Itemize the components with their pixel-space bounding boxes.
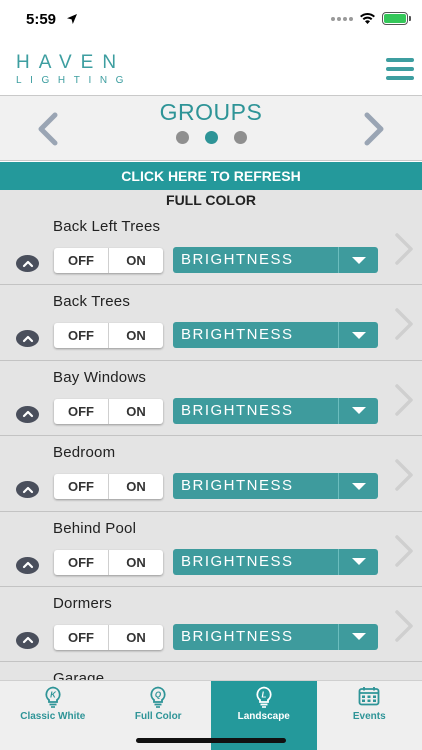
on-off-toggle: OFF ON xyxy=(54,474,163,500)
caret-down-icon xyxy=(338,322,378,349)
next-arrow-icon[interactable] xyxy=(359,112,389,146)
caret-down-icon xyxy=(338,548,378,575)
brightness-label: BRIGHTNESS xyxy=(181,401,294,419)
bulb-k-icon: K xyxy=(0,686,106,708)
brightness-dropdown[interactable]: BRIGHTNESS xyxy=(173,322,378,349)
chevron-right-icon[interactable] xyxy=(392,534,416,568)
chevron-right-icon[interactable] xyxy=(392,609,416,643)
expand-chevron-up-icon[interactable] xyxy=(16,631,39,649)
tab-classic-white[interactable]: K Classic White xyxy=(0,681,106,750)
on-off-toggle: OFF ON xyxy=(54,624,163,650)
brightness-dropdown[interactable]: BRIGHTNESS xyxy=(173,623,378,650)
expand-chevron-up-icon[interactable] xyxy=(16,481,39,499)
caret-down-icon xyxy=(338,623,378,650)
groups-navigator: GROUPS xyxy=(0,95,422,161)
location-arrow-icon xyxy=(67,14,77,24)
groups-list: FULL COLOR Back Left Trees OFF ON BRIGHT… xyxy=(0,190,422,680)
on-button[interactable]: ON xyxy=(109,248,163,273)
status-bar: 5:59 xyxy=(0,0,422,40)
on-button[interactable]: ON xyxy=(109,550,163,575)
page-dot-active[interactable] xyxy=(204,131,218,144)
chevron-right-icon[interactable] xyxy=(392,383,416,417)
group-name: Behind Pool xyxy=(53,519,137,537)
on-off-toggle: OFF ON xyxy=(54,248,163,273)
on-off-toggle: OFF ON xyxy=(54,398,163,424)
off-button[interactable]: OFF xyxy=(54,474,109,500)
app-header: HAVEN LIGHTING xyxy=(0,40,422,95)
expand-chevron-up-icon[interactable] xyxy=(16,255,39,272)
svg-text:K: K xyxy=(50,691,57,700)
on-button[interactable]: ON xyxy=(109,399,163,424)
group-row[interactable]: Back Trees OFF ON BRIGHTNESS xyxy=(0,285,422,361)
page-dot[interactable] xyxy=(175,131,189,144)
group-row[interactable]: Bedroom OFF ON BRIGHTNESS xyxy=(0,436,422,512)
off-button[interactable]: OFF xyxy=(54,624,109,650)
group-name: Dormers xyxy=(53,594,112,612)
chevron-right-icon[interactable] xyxy=(392,307,416,341)
tab-label: Classic White xyxy=(20,711,86,722)
group-name: Back Trees xyxy=(53,293,131,311)
tab-label: Landscape xyxy=(237,711,290,722)
chevron-right-icon[interactable] xyxy=(392,232,416,266)
brightness-label: BRIGHTNESS xyxy=(181,477,294,495)
expand-chevron-up-icon[interactable] xyxy=(16,330,39,348)
brightness-label: BRIGHTNESS xyxy=(181,251,294,268)
brightness-label: BRIGHTNESS xyxy=(181,552,294,570)
group-row[interactable]: Garage OFF ON BRIGHTNESS xyxy=(0,662,422,680)
signal-dots-icon xyxy=(331,16,353,21)
hamburger-menu-icon[interactable] xyxy=(386,58,414,80)
svg-text:Q: Q xyxy=(155,691,162,700)
group-name: Back Left Trees xyxy=(53,218,161,235)
brightness-dropdown[interactable]: BRIGHTNESS xyxy=(173,473,378,500)
on-button[interactable]: ON xyxy=(109,323,163,348)
tab-label: Events xyxy=(352,711,386,722)
group-row[interactable]: Behind Pool OFF ON BRIGHTNESS xyxy=(0,511,422,587)
logo-main-text: HAVEN xyxy=(16,52,126,73)
group-row[interactable]: Bay Windows OFF ON BRIGHTNESS xyxy=(0,360,422,437)
status-indicators xyxy=(331,12,411,25)
off-button[interactable]: OFF xyxy=(54,398,109,424)
brightness-dropdown[interactable]: BRIGHTNESS xyxy=(173,247,378,273)
brightness-dropdown[interactable]: BRIGHTNESS xyxy=(173,548,378,575)
on-off-toggle: OFF ON xyxy=(54,549,163,575)
group-name: Bay Windows xyxy=(53,368,147,386)
group-row[interactable]: Back Left Trees OFF ON BRIGHTNESS xyxy=(0,210,422,286)
chevron-right-icon[interactable] xyxy=(392,458,416,492)
refresh-button[interactable]: CLICK HERE TO REFRESH xyxy=(0,162,422,190)
off-button[interactable]: OFF xyxy=(54,549,109,575)
brightness-label: BRIGHTNESS xyxy=(181,326,294,344)
svg-text:L: L xyxy=(261,691,266,700)
group-name: Garage xyxy=(53,670,105,680)
off-button[interactable]: OFF xyxy=(54,248,109,273)
bulb-q-icon: Q xyxy=(106,686,212,708)
logo-sub-text: LIGHTING xyxy=(16,75,133,86)
brightness-label: BRIGHTNESS xyxy=(181,627,294,645)
battery-icon xyxy=(382,12,411,25)
on-button[interactable]: ON xyxy=(109,474,163,499)
tab-events[interactable]: Events xyxy=(317,681,422,750)
group-row[interactable]: Dormers OFF ON BRIGHTNESS xyxy=(0,586,422,663)
status-time: 5:59 xyxy=(26,11,57,28)
expand-chevron-up-icon[interactable] xyxy=(16,405,39,423)
expand-chevron-up-icon[interactable] xyxy=(16,556,39,574)
tab-label: Full Color xyxy=(134,711,182,722)
bulb-l-icon: L xyxy=(211,686,317,708)
brightness-dropdown[interactable]: BRIGHTNESS xyxy=(173,397,378,424)
group-name: Bedroom xyxy=(53,444,116,462)
on-off-toggle: OFF ON xyxy=(54,323,163,349)
off-button[interactable]: OFF xyxy=(54,323,109,349)
caret-down-icon xyxy=(338,247,378,273)
on-button[interactable]: ON xyxy=(109,625,163,650)
caret-down-icon xyxy=(338,397,378,424)
haven-lighting-logo: HAVEN LIGHTING xyxy=(16,52,132,86)
calendar-icon xyxy=(317,686,422,708)
page-dot[interactable] xyxy=(233,131,247,144)
section-title: FULL COLOR xyxy=(166,192,256,208)
home-indicator xyxy=(136,738,286,743)
caret-down-icon xyxy=(338,473,378,500)
wifi-icon xyxy=(360,12,375,24)
